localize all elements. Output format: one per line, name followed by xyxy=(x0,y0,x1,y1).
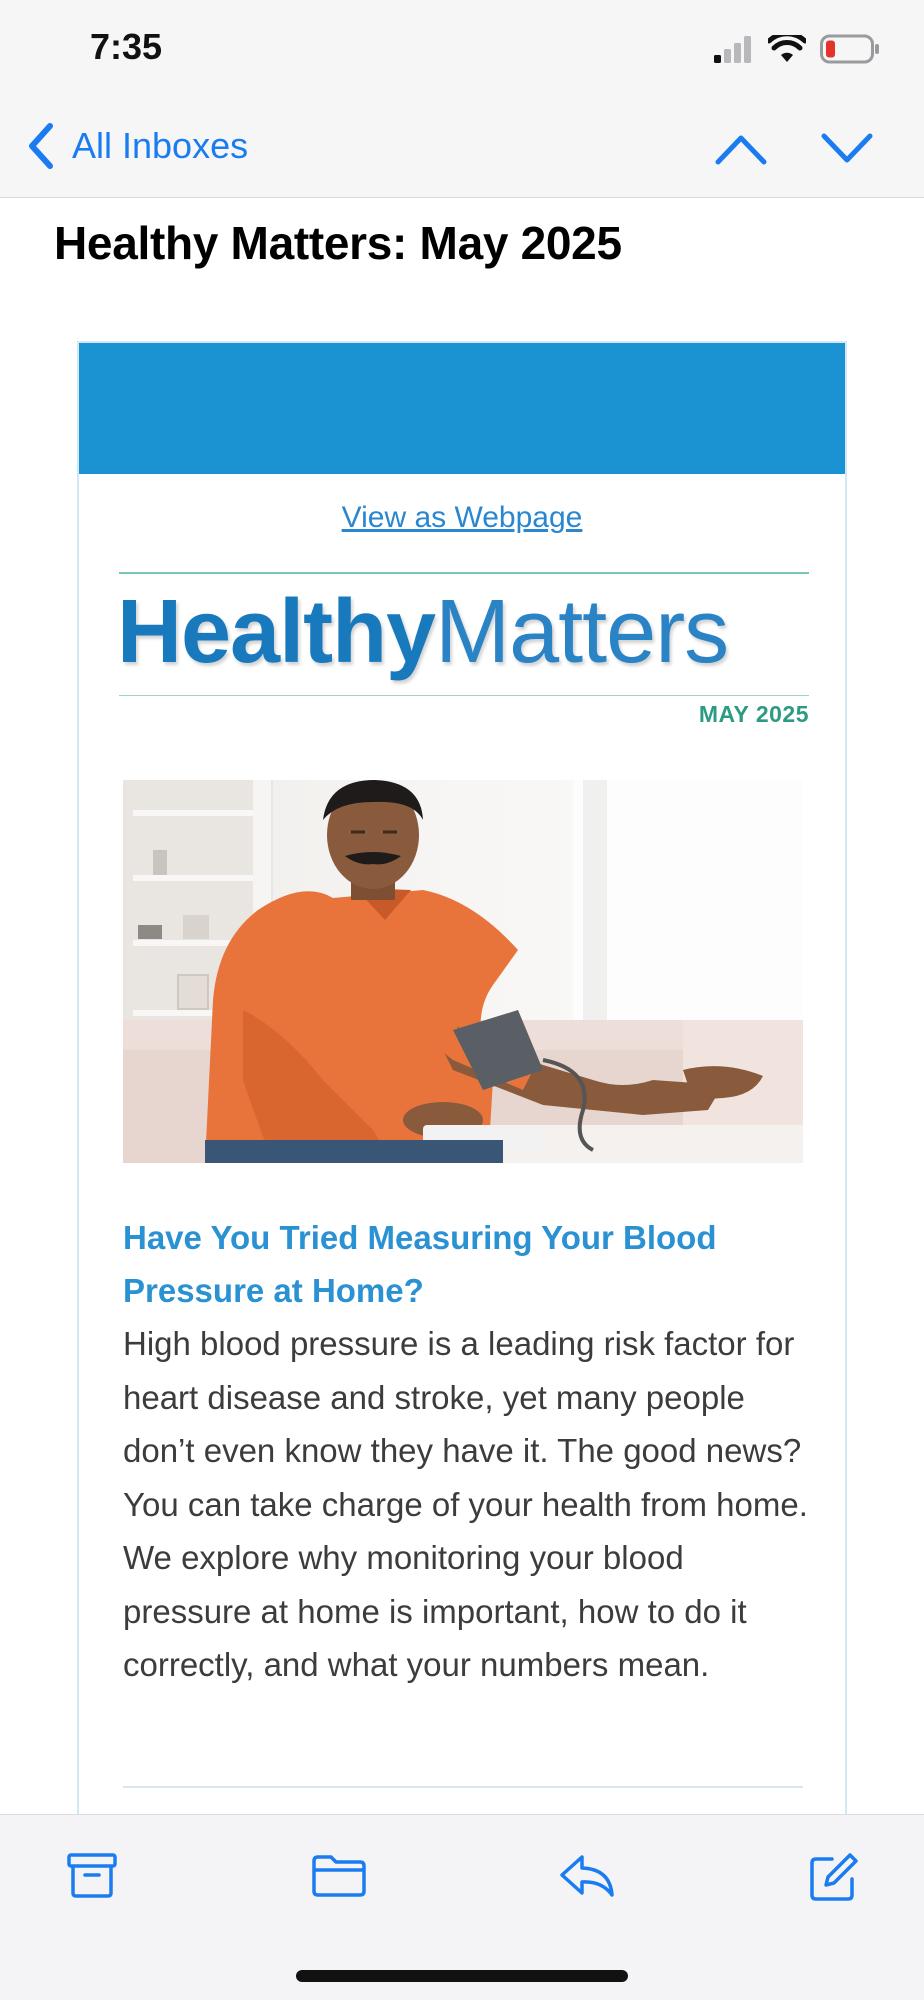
article-title[interactable]: Have You Tried Measuring Your Blood Pres… xyxy=(123,1211,813,1317)
chevron-down-icon xyxy=(821,133,873,163)
chevron-up-icon xyxy=(715,135,767,165)
article-body: High blood pressure is a leading risk fa… xyxy=(123,1325,808,1683)
previous-message-button[interactable] xyxy=(714,126,768,175)
newsletter-logo: HealthyMatters xyxy=(117,581,729,684)
chevron-left-icon xyxy=(29,123,53,169)
battery-low-icon xyxy=(820,34,879,64)
view-as-webpage-link[interactable]: View as Webpage xyxy=(79,501,845,535)
logo-divider-top xyxy=(119,572,809,574)
hero-image xyxy=(123,780,803,1163)
home-indicator[interactable] xyxy=(296,1970,628,1982)
back-button-label: All Inboxes xyxy=(72,125,249,166)
next-message-button[interactable] xyxy=(820,126,874,175)
reply-icon xyxy=(560,1855,614,1897)
compose-icon xyxy=(810,1853,858,1901)
status-time: 7:35 xyxy=(90,26,163,67)
logo-bold-text: Healthy xyxy=(117,582,436,682)
status-bar: 7:35 xyxy=(0,0,924,100)
move-to-folder-button[interactable] xyxy=(310,1851,368,1904)
archive-icon xyxy=(67,1853,117,1898)
issue-date: MAY 2025 xyxy=(698,701,809,727)
wifi-icon xyxy=(768,35,806,62)
article-divider xyxy=(123,1786,803,1788)
reply-button[interactable] xyxy=(558,1851,616,1904)
compose-button[interactable] xyxy=(808,1851,860,1908)
folder-icon xyxy=(312,1855,366,1897)
mail-nav-bar: All Inboxes xyxy=(0,100,924,198)
header-banner xyxy=(79,343,845,474)
logo-divider-bottom xyxy=(119,695,809,696)
cellular-signal-icon xyxy=(714,36,751,63)
status-icons xyxy=(714,34,880,64)
email-content-card: View as Webpage HealthyMatters MAY 2025 xyxy=(77,341,847,1821)
logo-light-text: Matters xyxy=(435,582,729,682)
back-to-inboxes-button[interactable]: All Inboxes xyxy=(26,122,248,170)
archive-button[interactable] xyxy=(66,1851,118,1904)
email-subject: Healthy Matters: May 2025 xyxy=(54,217,622,269)
